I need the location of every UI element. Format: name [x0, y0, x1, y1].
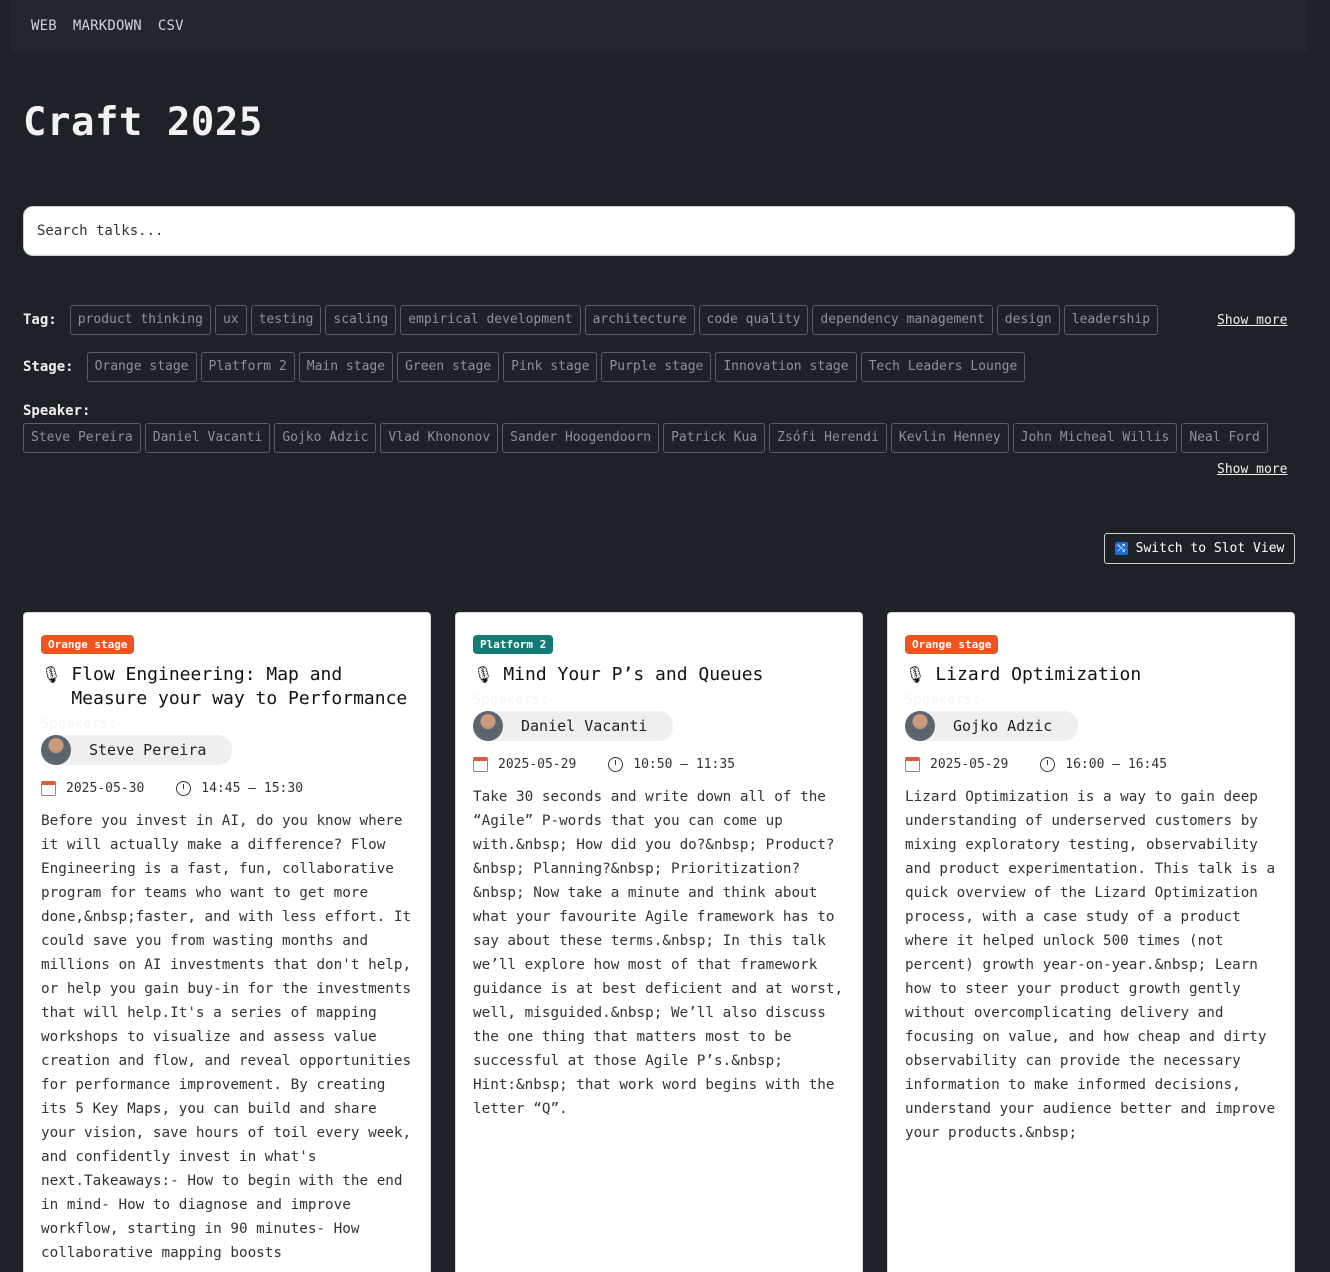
talk-title-text: Lizard Optimization: [935, 664, 1142, 685]
speaker-chip[interactable]: Gojko Adzic: [274, 423, 377, 453]
tag-chip[interactable]: leadership: [1063, 305, 1159, 335]
switch-slot-view-button[interactable]: ⤭ Switch to Slot View: [1104, 533, 1295, 564]
tag-chip[interactable]: architecture: [584, 305, 695, 335]
stage-chip[interactable]: Innovation stage: [715, 352, 857, 382]
talk-meta: 2025-05-29 10:50 – 11:35: [473, 757, 845, 772]
talk-title: 🎙 Flow Engineering: Map and Measure your…: [41, 663, 413, 711]
stage-filter-label: Stage:: [23, 359, 74, 375]
switch-slot-view-label: Switch to Slot View: [1135, 541, 1285, 556]
stage-badge: Orange stage: [41, 635, 135, 654]
speaker-chip[interactable]: Steve Pereira: [23, 423, 141, 453]
top-nav: WEB MARKDOWN CSV: [11, 0, 1307, 52]
avatar: [41, 735, 71, 765]
tag-chip[interactable]: design: [996, 305, 1060, 335]
speaker-chip[interactable]: Neal Ford: [1181, 423, 1268, 453]
speaker-chip[interactable]: Daniel Vacanti: [144, 423, 271, 453]
search-input[interactable]: [23, 206, 1295, 256]
tag-show-more-link[interactable]: Show more: [1217, 313, 1287, 328]
speaker-pill[interactable]: Gojko Adzic: [905, 711, 1079, 741]
talk-card[interactable]: Platform 2 🎙 Mind Your P’s and Queues Sp…: [455, 612, 863, 1272]
talk-card[interactable]: Orange stage 🎙 Flow Engineering: Map and…: [23, 612, 431, 1272]
calendar-icon: [905, 757, 920, 772]
speaker-chip[interactable]: Vlad Khononov: [380, 423, 499, 453]
talk-title: 🎙 Lizard Optimization: [905, 663, 1277, 687]
talk-meta: 2025-05-29 16:00 – 16:45: [905, 757, 1277, 772]
talk-time: 16:00 – 16:45: [1065, 757, 1168, 772]
speaker-name: Gojko Adzic: [953, 717, 1053, 735]
tag-filter-row: Tag: product thinking ux testing scaling…: [23, 305, 1159, 335]
tag-chip[interactable]: dependency management: [812, 305, 993, 335]
speaker-chip[interactable]: Patrick Kua: [663, 423, 766, 453]
page-title: Craft 2025: [23, 100, 263, 145]
tag-chip[interactable]: empirical development: [400, 305, 581, 335]
speakers-label: Speakers:: [473, 692, 549, 708]
speakers-label: Speakers:: [905, 692, 981, 708]
talk-title-text: Flow Engineering: Map and Measure your w…: [71, 664, 408, 709]
stage-filter-row: Stage: Orange stage Platform 2 Main stag…: [23, 352, 1026, 382]
calendar-icon: [473, 757, 488, 772]
microphone-icon: 🎙: [905, 665, 926, 684]
tag-chip[interactable]: code quality: [698, 305, 809, 335]
nav-web-link[interactable]: WEB: [31, 18, 57, 34]
speaker-name: Steve Pereira: [89, 741, 207, 759]
speaker-pill[interactable]: Daniel Vacanti: [473, 711, 674, 741]
stage-badge: Orange stage: [905, 635, 999, 654]
tag-filter-label: Tag:: [23, 312, 57, 328]
speaker-pill[interactable]: Steve Pereira: [41, 735, 233, 765]
tag-chip[interactable]: ux: [214, 305, 247, 335]
clock-icon: [608, 757, 624, 772]
talk-time: 10:50 – 11:35: [633, 757, 736, 772]
stage-chip[interactable]: Platform 2: [200, 352, 295, 382]
speaker-filter-row: Steve Pereira Daniel Vacanti Gojko Adzic…: [23, 423, 1268, 453]
talk-title-text: Mind Your P’s and Queues: [503, 664, 764, 685]
stage-badge: Platform 2: [473, 635, 554, 654]
stage-chip[interactable]: Purple stage: [601, 352, 712, 382]
stage-chip[interactable]: Tech Leaders Lounge: [860, 352, 1026, 382]
tag-chip[interactable]: product thinking: [69, 305, 211, 335]
talk-description: Lizard Optimization is a way to gain dee…: [905, 789, 1276, 1141]
talk-date: 2025-05-30: [66, 781, 145, 796]
tag-chip[interactable]: testing: [250, 305, 322, 335]
microphone-icon: 🎙: [473, 665, 494, 684]
tag-chip[interactable]: scaling: [325, 305, 397, 335]
speaker-chip[interactable]: Zsófi Herendi: [769, 423, 887, 453]
nav-csv-link[interactable]: CSV: [158, 18, 184, 34]
talk-time: 14:45 – 15:30: [201, 781, 304, 796]
microphone-icon: 🎙: [41, 665, 62, 684]
shuffle-icon: ⤭: [1114, 542, 1128, 555]
speaker-show-more-link[interactable]: Show more: [1217, 462, 1287, 477]
nav-markdown-link[interactable]: MARKDOWN: [73, 18, 142, 34]
stage-chip[interactable]: Main stage: [298, 352, 394, 382]
talk-date: 2025-05-29: [498, 757, 577, 772]
avatar: [905, 711, 935, 741]
clock-icon: [176, 781, 192, 796]
speaker-filter-label: Speaker:: [23, 403, 91, 419]
talk-description: Before you invest in AI, do you know whe…: [41, 813, 412, 1261]
talk-description: Take 30 seconds and write down all of th…: [473, 789, 844, 1117]
speaker-chip[interactable]: Sander Hoogendoorn: [502, 423, 660, 453]
speaker-chip[interactable]: Kevlin Henney: [890, 423, 1009, 453]
talk-date: 2025-05-29: [930, 757, 1009, 772]
speaker-name: Daniel Vacanti: [521, 717, 648, 735]
speakers-label: Speakers:: [41, 716, 117, 732]
calendar-icon: [41, 781, 56, 796]
stage-chip[interactable]: Pink stage: [503, 352, 598, 382]
talk-title: 🎙 Mind Your P’s and Queues: [473, 663, 845, 687]
clock-icon: [1040, 757, 1056, 772]
avatar: [473, 711, 503, 741]
stage-chip[interactable]: Green stage: [397, 352, 500, 382]
stage-chip[interactable]: Orange stage: [86, 352, 197, 382]
talk-meta: 2025-05-30 14:45 – 15:30: [41, 781, 413, 796]
speaker-chip[interactable]: John Micheal Willis: [1012, 423, 1178, 453]
talk-card[interactable]: Orange stage 🎙 Lizard Optimization Speak…: [887, 612, 1295, 1272]
